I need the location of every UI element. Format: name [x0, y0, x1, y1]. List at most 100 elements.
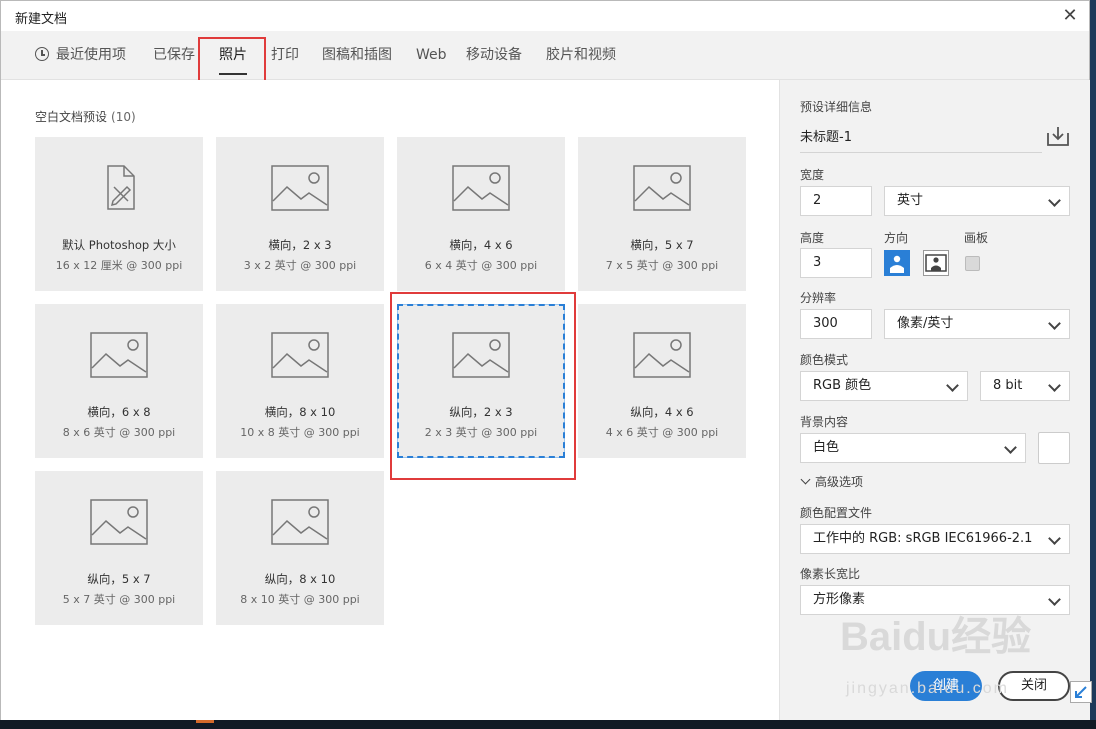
- width-input[interactable]: 2: [800, 186, 872, 216]
- tab-label: 图稿和插图: [322, 47, 392, 63]
- background-value: 白色: [813, 440, 840, 455]
- chevron-down-icon: [946, 379, 959, 392]
- tab-label: 打印: [271, 47, 299, 63]
- chevron-down-icon: [1048, 532, 1061, 545]
- pixel-aspect-select[interactable]: 方形像素: [800, 585, 1070, 615]
- bit-depth-select[interactable]: 8 bit: [980, 371, 1070, 401]
- tab-label: 已保存: [153, 47, 195, 63]
- tab-film-video[interactable]: 胶片和视频: [546, 31, 616, 79]
- height-input[interactable]: 3: [800, 248, 872, 278]
- preset-size: 5 x 7 英寸 @ 300 ppi: [62, 593, 176, 606]
- preset-size: 16 x 12 厘米 @ 300 ppi: [55, 259, 183, 272]
- preset-category-tabs: 最近使用项 已保存 照片 打印 图稿和插图 Web 移动设备 胶片和视频: [1, 31, 1089, 80]
- os-taskbar: [0, 720, 1096, 729]
- preset-card-landscape-2x3[interactable]: 横向，2 x 3 3 x 2 英寸 @ 300 ppi: [216, 137, 384, 291]
- portrait-person-icon: [890, 255, 904, 273]
- preset-details-panel: 预设详细信息 未标题-1 宽度 2 英寸 高度 方向 画板 3 分辨率 300 …: [779, 80, 1090, 720]
- preset-size: 10 x 8 英寸 @ 300 ppi: [240, 426, 360, 439]
- background-select[interactable]: 白色: [800, 433, 1026, 463]
- landscape-person-icon: [925, 254, 947, 272]
- tab-print[interactable]: 打印: [271, 31, 299, 79]
- color-profile-label: 颜色配置文件: [800, 506, 873, 520]
- pixel-aspect-label: 像素长宽比: [800, 567, 861, 581]
- preset-size: 4 x 6 英寸 @ 300 ppi: [605, 426, 719, 439]
- tab-label: 移动设备: [466, 47, 522, 63]
- color-mode-select[interactable]: RGB 颜色: [800, 371, 968, 401]
- preset-card-portrait-2x3[interactable]: 纵向，2 x 3 2 x 3 英寸 @ 300 ppi: [397, 304, 565, 458]
- preset-card-landscape-4x6[interactable]: 横向，4 x 6 6 x 4 英寸 @ 300 ppi: [397, 137, 565, 291]
- resolution-unit-select[interactable]: 像素/英寸: [884, 309, 1070, 339]
- background-label: 背景内容: [800, 415, 849, 429]
- height-label: 高度: [800, 231, 825, 245]
- landscape-image-icon: [271, 499, 329, 545]
- chevron-down-icon: [1004, 441, 1017, 454]
- tab-saved[interactable]: 已保存: [153, 31, 195, 79]
- clock-icon: [35, 47, 49, 61]
- preset-name: 纵向，4 x 6: [630, 405, 694, 419]
- color-profile-value: 工作中的 RGB: sRGB IEC61966-2.1: [813, 531, 1033, 546]
- preset-name: 纵向，5 x 7: [87, 572, 151, 586]
- landscape-image-icon: [452, 332, 510, 378]
- save-preset-icon[interactable]: [1046, 125, 1070, 147]
- preset-card-landscape-5x7[interactable]: 横向，5 x 7 7 x 5 英寸 @ 300 ppi: [578, 137, 746, 291]
- landscape-image-icon: [633, 165, 691, 211]
- dialog-title: 新建文档: [15, 12, 68, 27]
- preset-count: (10): [111, 110, 136, 124]
- preset-card-default[interactable]: 默认 Photoshop 大小 16 x 12 厘米 @ 300 ppi: [35, 137, 203, 291]
- preset-name: 默认 Photoshop 大小: [62, 238, 176, 252]
- tab-label: 照片: [219, 47, 247, 63]
- width-unit-select[interactable]: 英寸: [884, 186, 1070, 216]
- orientation-label: 方向: [884, 231, 909, 245]
- background-color-swatch[interactable]: [1038, 432, 1070, 464]
- create-button[interactable]: 创建: [910, 671, 982, 701]
- document-pencil-icon: [107, 165, 135, 210]
- new-document-dialog: 新建文档 ✕ 最近使用项 已保存 照片 打印 图稿和插图 Web 移动设备 胶片…: [0, 0, 1090, 720]
- tab-label: 胶片和视频: [546, 47, 616, 63]
- preset-card-portrait-4x6[interactable]: 纵向，4 x 6 4 x 6 英寸 @ 300 ppi: [578, 304, 746, 458]
- resolution-input[interactable]: 300: [800, 309, 872, 339]
- landscape-image-icon: [633, 332, 691, 378]
- resolution-unit-value: 像素/英寸: [897, 316, 954, 331]
- close-button[interactable]: 关闭: [998, 671, 1070, 701]
- taskbar-app-indicator[interactable]: [196, 720, 214, 723]
- preset-card-landscape-6x8[interactable]: 横向，6 x 8 8 x 6 英寸 @ 300 ppi: [35, 304, 203, 458]
- tab-recent[interactable]: 最近使用项: [35, 31, 126, 79]
- preset-card-portrait-8x10[interactable]: 纵向，8 x 10 8 x 10 英寸 @ 300 ppi: [216, 471, 384, 625]
- close-icon[interactable]: ✕: [1057, 3, 1083, 29]
- chevron-down-icon: [1048, 194, 1061, 207]
- preset-name: 横向，5 x 7: [630, 238, 694, 252]
- advanced-options-label: 高级选项: [815, 475, 864, 489]
- active-tab-indicator: [219, 73, 247, 75]
- tab-art-illustration[interactable]: 图稿和插图: [322, 31, 392, 79]
- landscape-orientation-button[interactable]: [923, 250, 949, 276]
- preset-name: 横向，8 x 10: [264, 405, 336, 419]
- artboard-checkbox[interactable]: [965, 256, 980, 271]
- resolution-label: 分辨率: [800, 291, 837, 305]
- tab-web[interactable]: Web: [416, 31, 447, 79]
- expand-corner-icon[interactable]: [1070, 681, 1092, 703]
- width-label: 宽度: [800, 168, 825, 182]
- preset-name: 纵向，8 x 10: [264, 572, 336, 586]
- preset-gallery: 空白文档预设 (10) 默认 Photoshop 大小 16 x 12 厘米 @ …: [1, 80, 779, 720]
- color-profile-select[interactable]: 工作中的 RGB: sRGB IEC61966-2.1: [800, 524, 1070, 554]
- preset-size: 6 x 4 英寸 @ 300 ppi: [424, 259, 538, 272]
- advanced-options-toggle[interactable]: 高级选项: [800, 473, 864, 490]
- landscape-image-icon: [90, 499, 148, 545]
- preset-size: 7 x 5 英寸 @ 300 ppi: [605, 259, 719, 272]
- preset-card-portrait-5x7[interactable]: 纵向，5 x 7 5 x 7 英寸 @ 300 ppi: [35, 471, 203, 625]
- preset-size: 8 x 10 英寸 @ 300 ppi: [240, 593, 360, 606]
- preset-card-landscape-8x10[interactable]: 横向，8 x 10 10 x 8 英寸 @ 300 ppi: [216, 304, 384, 458]
- section-label: 空白文档预设 (10): [35, 108, 136, 125]
- chevron-down-icon: [1048, 379, 1061, 392]
- landscape-image-icon: [271, 332, 329, 378]
- document-name-field[interactable]: 未标题-1: [800, 124, 1042, 153]
- width-unit-value: 英寸: [897, 193, 924, 208]
- landscape-image-icon: [90, 332, 148, 378]
- landscape-image-icon: [271, 165, 329, 211]
- portrait-orientation-button[interactable]: [884, 250, 910, 276]
- preset-name: 横向，4 x 6: [449, 238, 513, 252]
- tab-photo[interactable]: 照片: [219, 31, 247, 79]
- preset-size: 8 x 6 英寸 @ 300 ppi: [62, 426, 176, 439]
- tab-mobile[interactable]: 移动设备: [466, 31, 522, 79]
- chevron-down-icon: [1048, 593, 1061, 606]
